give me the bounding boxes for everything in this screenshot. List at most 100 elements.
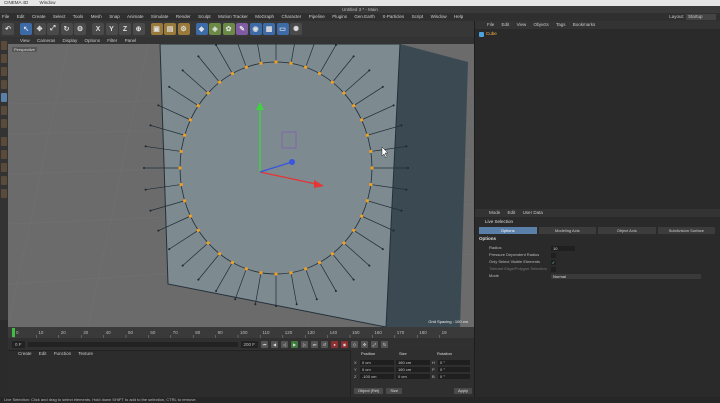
selected-point[interactable]	[289, 271, 293, 275]
mesh-point[interactable]	[157, 229, 160, 232]
selected-point[interactable]	[196, 228, 200, 232]
array-icon[interactable]: ✿	[222, 23, 235, 35]
menu-mograph[interactable]: MoGraph	[255, 14, 274, 19]
viewport-menu-panel[interactable]: Panel	[125, 38, 137, 43]
tweak-mode-icon[interactable]	[1, 150, 7, 159]
render-settings-icon[interactable]: ⚙	[177, 23, 190, 35]
mesh-point[interactable]	[234, 298, 237, 301]
mode-dropdown[interactable]: Normal	[551, 273, 701, 279]
frame-range-slider[interactable]	[27, 341, 238, 347]
scale-icon[interactable]: ⤢	[47, 23, 59, 35]
selected-point[interactable]	[359, 118, 364, 122]
model-mode-icon[interactable]	[1, 54, 7, 63]
spline-icon[interactable]: ✎	[236, 23, 248, 35]
3d-viewport[interactable]: Perspective Grid Spacing : 100 cm	[8, 44, 474, 327]
mesh-point[interactable]	[368, 69, 371, 72]
selected-point[interactable]	[244, 267, 248, 271]
selected-point[interactable]	[352, 104, 356, 108]
mesh-point[interactable]	[352, 55, 355, 58]
menu-motion-tracker[interactable]: Motion Tracker	[218, 14, 248, 19]
menu-file[interactable]: File	[2, 14, 9, 19]
object-menu-bookmarks[interactable]: Bookmarks	[573, 22, 596, 27]
mesh-point[interactable]	[168, 248, 171, 251]
previous-key-icon[interactable]: ◀	[271, 340, 279, 348]
menu-render[interactable]: Render	[176, 14, 191, 19]
radius-field[interactable]: 10	[551, 245, 575, 251]
mesh-point[interactable]	[144, 188, 147, 191]
go-to-end-icon[interactable]: ⏭	[311, 340, 319, 348]
make-editable-icon[interactable]	[1, 41, 7, 50]
scene-icon[interactable]: ▦	[263, 23, 275, 35]
mesh-point[interactable]	[315, 298, 318, 301]
menu-x-particles[interactable]: X-Particles	[382, 14, 404, 19]
camera-label[interactable]: Perspective	[12, 47, 37, 52]
edges-mode-icon[interactable]	[1, 106, 7, 115]
mesh-point[interactable]	[197, 55, 200, 58]
z-axis-lock-button[interactable]: Z	[119, 23, 131, 35]
mesh-point[interactable]	[215, 44, 218, 47]
object-menu-objects[interactable]: Objects	[534, 22, 549, 27]
solo-icon[interactable]	[1, 189, 7, 198]
mac-menu-app[interactable]: CINEMA 4D	[4, 0, 28, 5]
play-forwards-icon[interactable]: ▶	[291, 340, 299, 348]
menu-simulate[interactable]: Simulate	[151, 14, 169, 19]
menu-plugins[interactable]: Plugins	[332, 14, 347, 19]
timeline-ruler[interactable]: 0 10 20 30 40 50 60 70 80 90 100 110 120 130 140 150 160…	[8, 327, 474, 338]
selected-point[interactable]	[178, 166, 182, 170]
selected-point[interactable]	[365, 199, 369, 203]
autokey-icon[interactable]: ◉	[341, 340, 349, 348]
material-menu-create[interactable]: Create	[18, 351, 32, 356]
selected-point[interactable]	[188, 214, 193, 218]
tab-modeling-axis[interactable]: Modeling Axis	[538, 227, 596, 234]
selected-point[interactable]	[217, 252, 222, 256]
workplane-lock-icon[interactable]	[1, 176, 7, 185]
selected-point[interactable]	[259, 271, 263, 275]
tolerant-checkbox[interactable]	[551, 266, 556, 272]
mesh-point[interactable]	[295, 303, 298, 306]
position-z-field[interactable]: -100 cm	[360, 374, 394, 379]
material-menu-texture[interactable]: Texture	[78, 351, 93, 356]
viewport-menu-options[interactable]: Options	[85, 38, 101, 43]
selected-point[interactable]	[206, 241, 210, 245]
selected-point[interactable]	[369, 182, 373, 187]
viewport-menu-view[interactable]: View	[20, 38, 30, 43]
rotation-b-field[interactable]: 0 °	[438, 374, 470, 379]
object-menu-file[interactable]: File	[487, 22, 494, 27]
undo-icon[interactable]: ↶	[2, 23, 14, 35]
selected-point[interactable]	[289, 61, 293, 65]
tab-options[interactable]: Options	[479, 227, 537, 234]
mesh-point[interactable]	[215, 289, 218, 292]
selected-point[interactable]	[259, 61, 263, 65]
selected-point[interactable]	[359, 214, 364, 218]
apply-button[interactable]: Apply	[453, 388, 472, 394]
render-view-icon[interactable]: ▣	[150, 23, 163, 35]
menu-snap[interactable]: Snap	[109, 14, 120, 19]
menu-animate[interactable]: Animate	[127, 14, 144, 19]
mesh-point[interactable]	[334, 44, 337, 47]
attr-menu-user-data[interactable]: User Data	[523, 210, 543, 215]
layout-dropdown[interactable]: Startup	[686, 14, 716, 20]
selected-point[interactable]	[217, 80, 222, 84]
deformer-icon[interactable]: ◉	[249, 23, 262, 35]
mesh-point[interactable]	[197, 278, 200, 281]
mesh-point[interactable]	[254, 303, 257, 306]
selected-point[interactable]	[244, 65, 248, 69]
rotation-h-field[interactable]: 0 °	[438, 360, 470, 365]
play-backwards-icon[interactable]: ◁	[281, 340, 289, 348]
menu-window[interactable]: Window	[431, 14, 447, 19]
mesh-point[interactable]	[144, 145, 147, 148]
menu-tools[interactable]: Tools	[73, 14, 84, 19]
selected-point[interactable]	[317, 71, 322, 76]
mesh-point[interactable]	[181, 264, 184, 267]
mesh-point[interactable]	[381, 85, 384, 88]
live-selection-icon[interactable]: ↖	[20, 23, 32, 35]
rotation-key-icon[interactable]: ↻	[381, 340, 389, 348]
selected-point[interactable]	[179, 149, 183, 154]
object-menu-edit[interactable]: Edit	[502, 22, 510, 27]
selected-point[interactable]	[230, 71, 235, 76]
menu-character[interactable]: Character	[282, 14, 302, 19]
position-y-field[interactable]: 0 cm	[360, 367, 394, 372]
end-frame-field[interactable]: 200 F	[240, 340, 259, 348]
viewport-menu-filter[interactable]: Filter	[107, 38, 117, 43]
workplane-icon[interactable]	[1, 80, 7, 89]
